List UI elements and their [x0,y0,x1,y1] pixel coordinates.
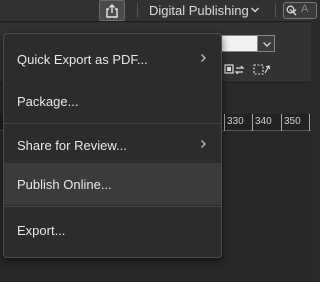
frame-fitting-icon[interactable] [224,64,246,76]
menu-item-label: Publish Online... [17,176,112,192]
toolbar-divider [137,3,138,18]
ruler-tick-label: 340 [255,116,272,127]
menu-item-share-for-review[interactable]: Share for Review... [4,124,221,166]
chevron-down-icon[interactable] [250,6,260,14]
search-placeholder: A [301,3,309,15]
top-toolbar: Digital Publishing A [0,0,317,22]
menu-item-label: Share for Review... [17,137,127,153]
app-window: Digital Publishing A 330 340 350 Quick E… [0,0,317,282]
menu-item-export[interactable]: Export... [4,209,221,251]
toolbar-divider [275,3,276,18]
search-options-chevron-icon[interactable] [289,8,297,14]
share-export-menu: Quick Export as PDF... Package... Share … [3,33,222,258]
ruler-tick-label: 350 [284,116,301,127]
menu-item-package[interactable]: Package... [4,80,221,122]
menu-item-label: Quick Export as PDF... [17,51,148,67]
auto-fit-icon[interactable] [253,64,271,76]
fill-swatch-field[interactable] [218,35,258,52]
ruler-tick [309,114,310,131]
workspace-switcher[interactable]: Digital Publishing [149,3,249,18]
menu-item-label: Export... [17,222,66,238]
menu-divider [4,206,221,207]
menu-item-quick-export-pdf[interactable]: Quick Export as PDF... [4,38,221,80]
ruler-tick [281,114,282,131]
menu-item-label: Package... [17,93,79,109]
ruler-tick [252,114,253,131]
ruler-tick-label: 330 [227,116,244,127]
menu-item-publish-online[interactable]: Publish Online... [4,163,221,205]
share-export-icon [106,3,118,18]
chevron-right-icon [201,54,206,62]
ruler-tick [224,114,225,131]
chevron-down-icon [263,42,271,47]
share-export-button[interactable] [99,0,125,21]
fill-swatch-dropdown[interactable] [257,35,275,52]
chevron-right-icon [201,140,206,148]
